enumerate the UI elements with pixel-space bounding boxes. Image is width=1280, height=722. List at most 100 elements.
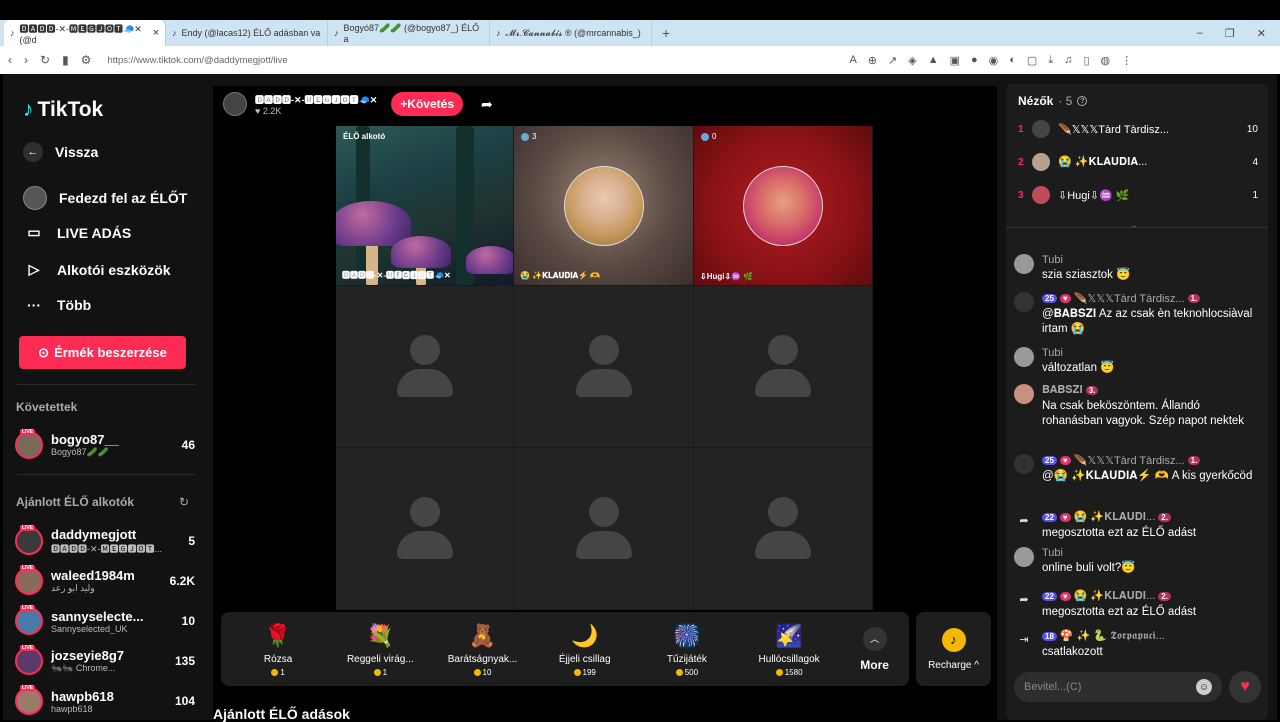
gift-item[interactable]: 🧸 Barátságnyak... 10	[431, 621, 533, 677]
tab-title: Endy (@lacas12) ÉLŐ adásban va	[181, 28, 321, 38]
top-viewer-row[interactable]: 3 ⇩Hugi⇩♒ 🌿 1	[1018, 184, 1258, 206]
chat-username: 🪶𝕏𝕏𝕏Tàrd Tàrdisz...	[1073, 455, 1185, 467]
avatar: LIVE	[15, 645, 43, 675]
top-viewer-row[interactable]: 1 🪶𝕏𝕏𝕏Tàrd Tàrdisz... 10	[1018, 118, 1258, 140]
following-account[interactable]: LIVE bogyo87__ Bogyó87🥒🥒 46	[15, 428, 195, 462]
bookmark-icon[interactable]: ▮	[62, 53, 69, 67]
empty-guest-slot[interactable]	[514, 448, 694, 610]
zoom-icon[interactable]: ⊕	[868, 54, 877, 67]
sidebar-icon[interactable]: ▯	[1083, 54, 1089, 67]
extension-icon[interactable]: ●	[971, 54, 978, 67]
get-coins-button[interactable]: ⊙ Érmék beszerzése	[19, 336, 186, 369]
guest-avatar	[743, 165, 823, 246]
heart-icon[interactable]: ♥	[1229, 671, 1261, 703]
download-icon[interactable]: ⤓	[1048, 54, 1053, 67]
recommended-account[interactable]: LIVE jozseyie8g7 🐜🐜 Chrome... 135	[15, 644, 195, 678]
guest-video-cell[interactable]: 3 😭 ✨𝐊𝐋𝐀𝐔𝐃𝐈𝐀⚡ 🫶	[514, 126, 694, 286]
recharge-button[interactable]: ♪ Recharge ^	[916, 612, 991, 686]
chat-input[interactable]: Bevitel...(C)	[1014, 672, 1222, 702]
shield-icon[interactable]: ◈	[908, 54, 916, 67]
close-tab-icon[interactable]: ×	[153, 27, 159, 39]
viewer-count: 5	[188, 534, 195, 548]
profile-icon[interactable]: ◍	[1101, 54, 1111, 67]
gift-item[interactable]: 💐 Reggeli virág... 1	[329, 621, 431, 677]
share-page-icon[interactable]: ↗	[888, 54, 897, 67]
empty-guest-slot[interactable]	[336, 286, 514, 448]
recommended-account[interactable]: LIVE daddymegjott 🅳🅰🅳🅳-✕-🅼🅴🅶🅹🅾🆃... 5	[15, 524, 195, 558]
share-icon: ➦	[1019, 593, 1029, 606]
gift-item[interactable]: 🌠 Hullócsillagok 1580	[738, 621, 840, 677]
nav-creator-tools[interactable]: ▷ Alkotói eszközök	[23, 261, 171, 278]
guest-score: 3	[521, 132, 536, 141]
recommended-account[interactable]: LIVE sannyselecte... Sannyselected_UK 10	[15, 604, 195, 638]
emoji-icon[interactable]: ☺	[1196, 679, 1212, 695]
viewer-count: 46	[181, 438, 195, 452]
browser-tab[interactable]: ♪ Endy (@lacas12) ÉLŐ adásban va	[166, 20, 328, 46]
translate-icon[interactable]: A	[849, 54, 856, 67]
forward-icon[interactable]: ›	[24, 53, 28, 67]
gift-price: 1580	[775, 668, 803, 677]
gift-item[interactable]: 🌹 Rózsa 1	[227, 621, 329, 677]
chat-user-line[interactable]: 𝐁𝐀𝐁𝐒𝐙𝐈 3.	[1042, 384, 1260, 397]
empty-guest-slot[interactable]	[336, 448, 514, 610]
nav-go-live[interactable]: ▭ LIVE ADÁS	[23, 224, 131, 241]
maximize-icon[interactable]: ❐	[1225, 27, 1235, 40]
host-name[interactable]: 🅳🅰🅳🅳-✕-🅼🅴🅶🅹🅾🆃🧢✕	[255, 93, 377, 106]
back-icon[interactable]: ‹	[8, 53, 12, 67]
extension-icon[interactable]: ◉	[989, 54, 999, 67]
extension-icon[interactable]: ▢	[1027, 54, 1037, 67]
host-avatar[interactable]	[223, 92, 247, 116]
nav-explore-live[interactable]: Fedezd fel az ÉLŐT	[23, 186, 187, 210]
reload-icon[interactable]: ↻	[40, 53, 50, 67]
new-tab-icon[interactable]: +	[662, 25, 670, 41]
close-window-icon[interactable]: ✕	[1257, 27, 1266, 40]
chat-username[interactable]: Tubi	[1042, 547, 1260, 559]
chat-user-line[interactable]: 22 ♥ 😭 ✨𝐊𝐋𝐀𝐔𝐃𝐈... 2.	[1042, 589, 1260, 603]
empty-guest-slot[interactable]	[694, 448, 873, 610]
chat-user-line[interactable]: 18 🍄 ✨ 🐍 𝕿𝖔𝖗𝖕𝖆𝖕𝖚𝖈𝖎...	[1042, 629, 1260, 643]
empty-guest-slot[interactable]	[514, 286, 694, 448]
guest-video-cell[interactable]: 0 ⇩Hugi⇩♒ 🌿	[694, 126, 873, 286]
recommended-title: Ajánlott ÉLŐ alkotók	[16, 495, 135, 509]
refresh-icon[interactable]: ↻	[179, 495, 189, 509]
gift-item[interactable]: 🌙 Éjjeli csillag 199	[534, 621, 636, 677]
gift-item[interactable]: 🎆 Tűzijáték 500	[636, 621, 738, 677]
account-username: sannyselecte...	[51, 608, 144, 624]
host-video-cell[interactable]: ÉLŐ alkotó 🅳🅰🅳🅳-✕-🅼🅴🅶🅹🅾🆃🧢✕	[336, 126, 514, 286]
rank-badge: 2.	[1158, 512, 1171, 522]
warning-icon[interactable]: ▲	[928, 54, 939, 67]
browser-tab[interactable]: ♪ 🅳🅰🅳🅳-✕-🅼🅴🅶🅹🅾🆃🧢✕ (@d ×	[4, 20, 166, 46]
follow-button[interactable]: +Követés	[391, 92, 463, 116]
browser-tab[interactable]: ♪ Bogyó87🥒🥒 (@bogyo87_) ÉLŐ a	[328, 20, 490, 46]
extension-icon[interactable]: ◐	[1009, 54, 1016, 67]
recommended-account[interactable]: LIVE waleed1984m وليد ابو رعد 6.2K	[15, 564, 195, 598]
browser-tab[interactable]: ♪ 𝓜𝓻.𝓒𝓪𝓷𝓷𝓪𝓫𝓲𝓼 ® (@mrcannabis_)	[490, 20, 652, 46]
help-icon[interactable]: ?	[1077, 96, 1088, 106]
minimize-icon[interactable]: –	[1197, 27, 1203, 40]
gift-price: 500	[675, 668, 698, 677]
recommended-account[interactable]: LIVE hawpb618 hawpb618 104	[15, 684, 195, 718]
person-placeholder-icon	[575, 496, 632, 561]
chat-user-line[interactable]: 25 ♥ 🪶𝕏𝕏𝕏Tàrd Tàrdisz... 1.	[1042, 292, 1260, 305]
url-field[interactable]: https://www.tiktok.com/@daddymegjott/liv…	[107, 55, 837, 66]
share-icon[interactable]: ➦	[481, 96, 493, 113]
nav-more[interactable]: ··· Több	[23, 297, 91, 313]
tiktok-logo[interactable]: ♪ TikTok	[23, 98, 103, 122]
account-nickname: Sannyselected_UK	[51, 623, 128, 634]
chevron-down-icon[interactable]: ⌄	[1130, 220, 1138, 231]
back-link[interactable]: ← Vissza	[23, 142, 98, 162]
chat-username[interactable]: Tubi	[1042, 347, 1260, 359]
top-viewer-row[interactable]: 2 😭 ✨𝐊𝐋𝐀𝐔𝐃𝐈𝐀... 4	[1018, 151, 1258, 173]
chat-user-line[interactable]: 22 ♥ 😭 ✨𝐊𝐋𝐀𝐔𝐃𝐈... 2.	[1042, 510, 1260, 524]
chat-username[interactable]: Tubi	[1042, 254, 1260, 266]
extension-icon[interactable]: ▣	[950, 54, 960, 67]
music-icon[interactable]: ♫	[1064, 54, 1072, 67]
more-gifts-button[interactable]: ︿ More	[840, 626, 909, 672]
chat-user-line[interactable]: 25 ♥ 🪶𝕏𝕏𝕏Tàrd Tàrdisz... 1.	[1042, 454, 1260, 467]
menu-icon[interactable]: ⋮	[1121, 54, 1132, 67]
site-info-icon[interactable]: ⚙	[81, 53, 92, 67]
avatar	[1014, 254, 1034, 274]
account-username: waleed1984m	[51, 568, 135, 583]
empty-guest-slot[interactable]	[694, 286, 873, 448]
multi-guest-grid: ÉLŐ alkotó 🅳🅰🅳🅳-✕-🅼🅴🅶🅹🅾🆃🧢✕ 3 😭 ✨𝐊𝐋𝐀𝐔𝐃𝐈𝐀⚡…	[336, 126, 873, 610]
